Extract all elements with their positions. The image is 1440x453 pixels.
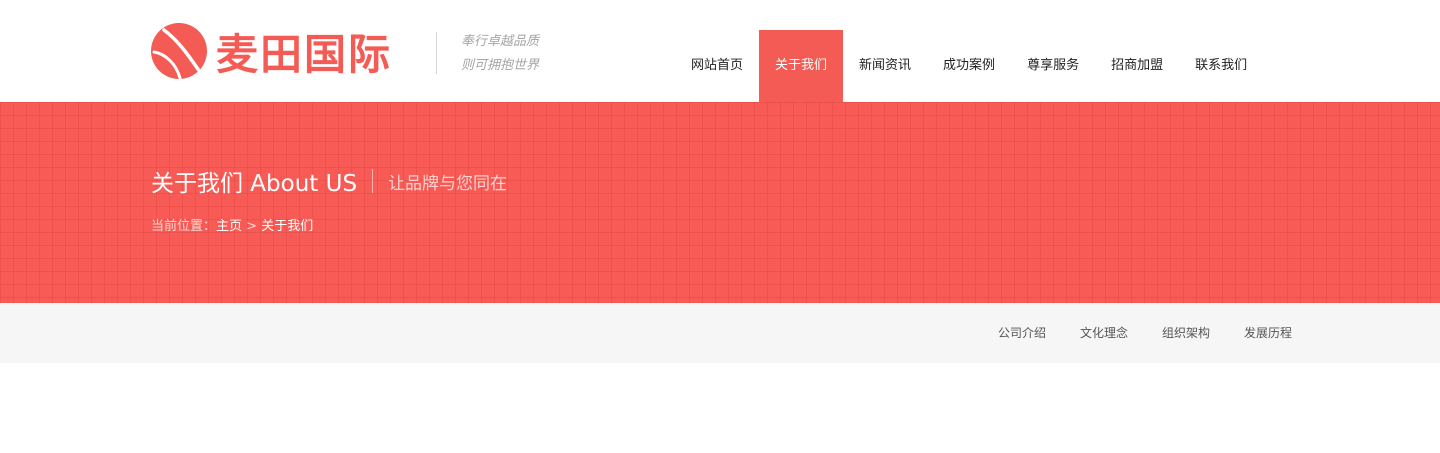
logo-divider — [436, 32, 437, 74]
main-nav: 网站首页 关于我们 新闻资讯 成功案例 尊享服务 招商加盟 联系我们 — [675, 30, 1263, 102]
subnav-item-culture[interactable]: 文化理念 — [1080, 303, 1128, 363]
banner-title-row: 关于我们 About US 让品牌与您同在 — [151, 164, 507, 198]
nav-item-about[interactable]: 关于我们 — [759, 30, 844, 102]
breadcrumb-prefix: 当前位置： — [151, 219, 217, 234]
page-title: 关于我们 About US — [151, 171, 358, 197]
logo[interactable]: 麦田国际 — [150, 20, 410, 82]
nav-item-services[interactable]: 尊享服务 — [1011, 30, 1095, 102]
page-subtitle: 让品牌与您同在 — [388, 173, 508, 194]
breadcrumb-home-link[interactable]: 主页 — [216, 219, 242, 234]
slogan: 奉行卓越品质 则可拥抱世界 — [461, 30, 539, 78]
breadcrumb: 当前位置：主页 > 关于我们 — [151, 215, 313, 234]
slogan-line-2: 则可拥抱世界 — [461, 58, 540, 73]
subnav-item-company-intro[interactable]: 公司介绍 — [998, 303, 1046, 363]
nav-item-home[interactable]: 网站首页 — [675, 30, 759, 102]
sub-nav-items: 公司介绍 文化理念 组织架构 发展历程 — [964, 303, 1292, 363]
nav-item-contact[interactable]: 联系我们 — [1179, 30, 1263, 102]
breadcrumb-separator: > — [242, 219, 262, 234]
nav-item-news[interactable]: 新闻资讯 — [843, 30, 927, 102]
nav-item-cases[interactable]: 成功案例 — [927, 30, 1011, 102]
sub-nav: 公司介绍 文化理念 组织架构 发展历程 — [0, 303, 1440, 363]
tennis-ball-logo-icon — [151, 23, 207, 80]
logo-text: 麦田国际 — [216, 29, 393, 79]
nav-item-franchise[interactable]: 招商加盟 — [1095, 30, 1179, 102]
site-header: 麦田国际 奉行卓越品质 则可拥抱世界 网站首页 关于我们 新闻资讯 成功案例 尊… — [0, 0, 1440, 102]
subnav-item-organization[interactable]: 组织架构 — [1162, 303, 1210, 363]
page-banner: 关于我们 About US 让品牌与您同在 当前位置：主页 > 关于我们 — [0, 102, 1440, 303]
title-separator — [372, 169, 374, 193]
breadcrumb-current-link[interactable]: 关于我们 — [261, 219, 313, 234]
subnav-item-history[interactable]: 发展历程 — [1244, 303, 1292, 363]
slogan-line-1: 奉行卓越品质 — [461, 34, 540, 49]
